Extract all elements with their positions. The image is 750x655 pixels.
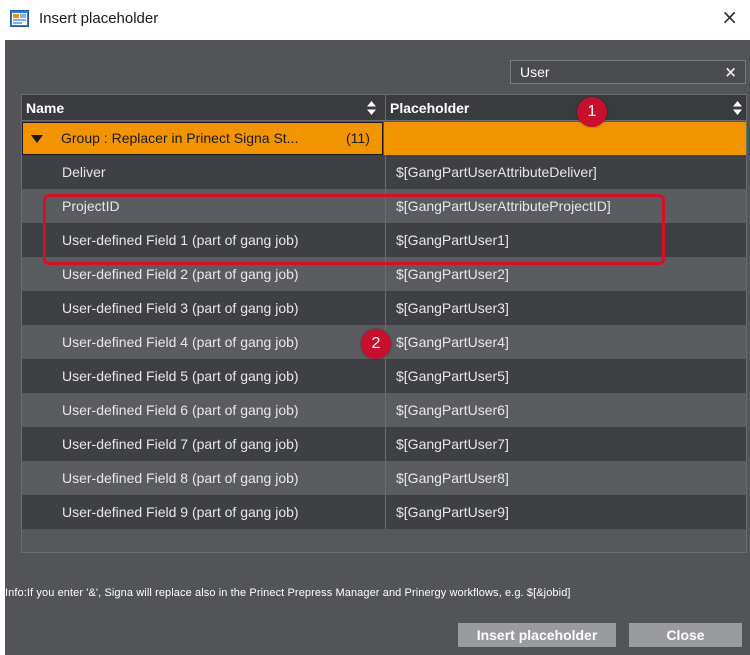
group-row[interactable]: Group : Replacer in Prinect Signa St... … bbox=[22, 122, 746, 155]
row-name: User-defined Field 2 (part of gang job) bbox=[62, 266, 299, 282]
group-label: Group : Replacer in Prinect Signa St... bbox=[61, 130, 299, 146]
group-name-cell[interactable]: Group : Replacer in Prinect Signa St... … bbox=[22, 122, 383, 155]
placeholder-table: Name Placeholder Group : Replacer in Pri… bbox=[21, 94, 747, 553]
row-placeholder: $[GangPartUser9] bbox=[385, 495, 746, 529]
search-input[interactable]: User × bbox=[510, 60, 746, 84]
column-header-placeholder-label: Placeholder bbox=[390, 100, 470, 116]
info-text: Info:If you enter '&', Signa will replac… bbox=[5, 587, 571, 599]
clear-search-icon[interactable]: × bbox=[724, 63, 737, 81]
row-placeholder: $[GangPartUser2] bbox=[385, 257, 746, 291]
row-placeholder: $[GangPartUser1] bbox=[385, 223, 746, 257]
title-bar: Insert placeholder × bbox=[0, 0, 750, 40]
row-name: User-defined Field 8 (part of gang job) bbox=[62, 470, 299, 486]
table-row[interactable]: User-defined Field 3 (part of gang job) … bbox=[22, 291, 746, 325]
table-row[interactable]: User-defined Field 8 (part of gang job) … bbox=[22, 461, 746, 495]
annotation-marker-1: 1 bbox=[577, 97, 607, 127]
close-button[interactable]: Close bbox=[629, 623, 742, 647]
sort-icon[interactable] bbox=[367, 101, 376, 115]
row-name: User-defined Field 6 (part of gang job) bbox=[62, 402, 299, 418]
table-row[interactable]: User-defined Field 1 (part of gang job) … bbox=[22, 223, 746, 257]
group-placeholder-cell bbox=[384, 122, 746, 155]
row-placeholder: $[GangPartUser4] bbox=[385, 325, 746, 359]
insert-placeholder-button[interactable]: Insert placeholder bbox=[458, 623, 616, 647]
row-placeholder: $[GangPartUser5] bbox=[385, 359, 746, 393]
column-header-name[interactable]: Name bbox=[22, 95, 384, 121]
row-placeholder: $[GangPartUserAttributeDeliver] bbox=[385, 155, 746, 189]
row-name: User-defined Field 4 (part of gang job) bbox=[62, 334, 299, 350]
table-row[interactable]: User-defined Field 6 (part of gang job) … bbox=[22, 393, 746, 427]
table-row[interactable]: ProjectID $[GangPartUserAttributeProject… bbox=[22, 189, 746, 223]
row-placeholder: $[GangPartUserAttributeProjectID] bbox=[385, 189, 746, 223]
table-header: Name Placeholder bbox=[22, 95, 746, 121]
row-placeholder: $[GangPartUser3] bbox=[385, 291, 746, 325]
annotation-marker-2: 2 bbox=[361, 329, 391, 359]
table-row[interactable]: User-defined Field 2 (part of gang job) … bbox=[22, 257, 746, 291]
table-row[interactable]: Deliver $[GangPartUserAttributeDeliver] bbox=[22, 155, 746, 189]
row-name: User-defined Field 7 (part of gang job) bbox=[62, 436, 299, 452]
row-name: Deliver bbox=[62, 164, 106, 180]
column-header-name-label: Name bbox=[26, 100, 65, 116]
sort-icon[interactable] bbox=[733, 101, 742, 115]
row-name: ProjectID bbox=[62, 198, 120, 214]
group-count: (11) bbox=[346, 130, 370, 146]
row-name: User-defined Field 9 (part of gang job) bbox=[62, 504, 299, 520]
dialog-panel: User × Name Placeholder Group: Replacer… bbox=[5, 40, 750, 655]
row-name: User-defined Field 3 (part of gang job) bbox=[62, 300, 299, 316]
table-row[interactable]: User-defined Field 5 (part of gang job) … bbox=[22, 359, 746, 393]
column-header-placeholder[interactable]: Placeholder bbox=[385, 95, 746, 121]
window-close-icon[interactable]: × bbox=[721, 7, 738, 27]
table-row[interactable]: User-defined Field 7 (part of gang job) … bbox=[22, 427, 746, 461]
row-placeholder: $[GangPartUser8] bbox=[385, 461, 746, 495]
row-placeholder: $[GangPartUser6] bbox=[385, 393, 746, 427]
table-row[interactable]: User-defined Field 9 (part of gang job) … bbox=[22, 495, 746, 529]
app-icon bbox=[10, 10, 29, 27]
search-value: User bbox=[520, 64, 550, 80]
row-name: User-defined Field 1 (part of gang job) bbox=[62, 232, 299, 248]
row-placeholder: $[GangPartUser7] bbox=[385, 427, 746, 461]
triangle-down-icon[interactable] bbox=[31, 135, 43, 143]
row-name: User-defined Field 5 (part of gang job) bbox=[62, 368, 299, 384]
window-title: Insert placeholder bbox=[39, 10, 159, 27]
